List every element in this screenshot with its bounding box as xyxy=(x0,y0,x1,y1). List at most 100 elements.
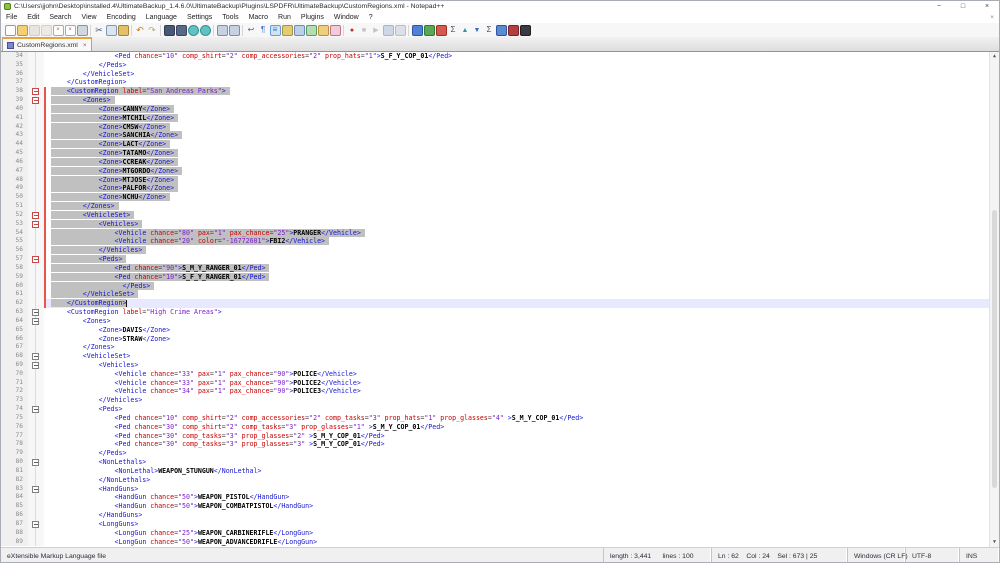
code-line-text[interactable]: <Zone>MTJOSE</Zone> xyxy=(46,176,999,185)
code-line[interactable]: 77 <Ped chance="30" comp_tasks="3" prop_… xyxy=(1,432,999,441)
code-line-text[interactable]: <Zone>STRAW</Zone> xyxy=(46,335,999,344)
fold-margin[interactable] xyxy=(28,308,44,317)
line-number[interactable]: 73 xyxy=(1,396,28,405)
vertical-scrollbar[interactable]: ▲ ▼ xyxy=(989,52,999,547)
code-line[interactable]: 78 <Ped chance="30" comp_tasks="3" prop_… xyxy=(1,440,999,449)
fold-margin[interactable] xyxy=(28,502,44,511)
code-line-text[interactable]: </NonLethals> xyxy=(46,476,999,485)
line-number[interactable]: 69 xyxy=(1,361,28,370)
code-line-text[interactable]: </HandGuns> xyxy=(46,511,999,520)
code-line[interactable]: 74 <Peds> xyxy=(1,405,999,414)
line-number[interactable]: 65 xyxy=(1,326,28,335)
line-number[interactable]: 42 xyxy=(1,123,28,132)
fold-collapse-icon[interactable] xyxy=(32,97,39,104)
save-all-icon[interactable] xyxy=(41,25,52,36)
menu-item-macro[interactable]: Macro xyxy=(244,12,273,23)
line-number[interactable]: 75 xyxy=(1,414,28,423)
code-line[interactable]: 37 </CustomRegion> xyxy=(1,78,999,87)
line-number[interactable]: 82 xyxy=(1,476,28,485)
menu-item-window[interactable]: Window xyxy=(329,12,364,23)
code-line-text[interactable]: <Vehicle chance="20" color="-16772601">F… xyxy=(46,237,999,246)
code-line[interactable]: 48 <Zone>MTJOSE</Zone> xyxy=(1,176,999,185)
code-line[interactable]: 41 <Zone>MTCHIL</Zone> xyxy=(1,114,999,123)
line-number[interactable]: 50 xyxy=(1,193,28,202)
code-line-text[interactable]: </VehicleSet> xyxy=(46,70,999,79)
menu-item-file[interactable]: File xyxy=(1,12,22,23)
scroll-up-icon[interactable]: ▲ xyxy=(990,52,999,61)
tab-customregions-xml[interactable]: CustomRegions.xml × xyxy=(2,37,92,51)
code-line-text[interactable]: <HandGun chance="50">WEAPON_PISTOL</Hand… xyxy=(46,493,999,502)
fold-margin[interactable] xyxy=(28,493,44,502)
code-line-text[interactable]: <HandGuns> xyxy=(46,485,999,494)
code-line[interactable]: 66 <Zone>STRAW</Zone> xyxy=(1,335,999,344)
code-line[interactable]: 70 <Vehicle chance="33" pax="1" pax_chan… xyxy=(1,370,999,379)
monitoring-eye-icon[interactable] xyxy=(330,25,341,36)
code-line-text[interactable]: <Zone>TATAMO</Zone> xyxy=(46,149,999,158)
menu-item-encoding[interactable]: Encoding xyxy=(102,12,141,23)
code-line[interactable]: 79 </Peds> xyxy=(1,449,999,458)
line-number[interactable]: 72 xyxy=(1,387,28,396)
zoom-in-icon[interactable] xyxy=(188,25,199,36)
line-number[interactable]: 56 xyxy=(1,246,28,255)
code-line-text[interactable]: <Zone>CMSW</Zone> xyxy=(46,123,999,132)
open-file-icon[interactable] xyxy=(17,25,28,36)
code-line[interactable]: 75 <Ped chance="10" comp_shirt="2" comp_… xyxy=(1,414,999,423)
fold-collapse-icon[interactable] xyxy=(32,256,39,263)
code-line-text[interactable]: <Zone>MTCHIL</Zone> xyxy=(46,114,999,123)
line-number[interactable]: 67 xyxy=(1,343,28,352)
fold-collapse-icon[interactable] xyxy=(32,221,39,228)
sync-vertical-icon[interactable] xyxy=(217,25,228,36)
code-line-text[interactable]: <VehicleSet> xyxy=(46,211,999,220)
line-number[interactable]: 63 xyxy=(1,308,28,317)
line-number[interactable]: 59 xyxy=(1,273,28,282)
line-number[interactable]: 62 xyxy=(1,299,28,308)
fold-margin[interactable] xyxy=(28,176,44,185)
fold-margin[interactable] xyxy=(28,220,44,229)
code-line-text[interactable]: <Vehicles> xyxy=(46,361,999,370)
copy-icon[interactable] xyxy=(106,25,117,36)
code-line-text[interactable]: <Zones> xyxy=(46,317,999,326)
code-line-text[interactable]: <CustomRegion label="San Andreas Parks"> xyxy=(46,87,999,96)
fold-margin[interactable] xyxy=(28,476,44,485)
macro-record-icon[interactable]: ● xyxy=(347,25,358,36)
code-line[interactable]: 81 <NonLethal>WEAPON_STUNGUN</NonLethal> xyxy=(1,467,999,476)
code-line[interactable]: 50 <Zone>NCHU</Zone> xyxy=(1,193,999,202)
code-line-text[interactable]: <Vehicle chance="33" pax="1" pax_chance=… xyxy=(46,370,999,379)
fold-margin[interactable] xyxy=(28,520,44,529)
code-line-text[interactable]: <NonLethals> xyxy=(46,458,999,467)
fold-collapse-icon[interactable] xyxy=(32,459,39,466)
code-line-text[interactable]: </CustomRegion> xyxy=(46,299,999,308)
editor[interactable]: 34 <Ped chance="10" comp_shirt="2" comp_… xyxy=(1,52,999,547)
fold-margin[interactable] xyxy=(28,255,44,264)
code-line[interactable]: 43 <Zone>SANCHIA</Zone> xyxy=(1,131,999,140)
code-line-text[interactable]: <Zone>CANNY</Zone> xyxy=(46,105,999,114)
menu-item-language[interactable]: Language xyxy=(141,12,182,23)
fold-margin[interactable] xyxy=(28,529,44,538)
code-line[interactable]: 49 <Zone>PALFOR</Zone> xyxy=(1,184,999,193)
code-line[interactable]: 52 <VehicleSet> xyxy=(1,211,999,220)
fold-margin[interactable] xyxy=(28,335,44,344)
code-line[interactable]: 73 </Vehicles> xyxy=(1,396,999,405)
scroll-down-icon[interactable]: ▼ xyxy=(990,538,999,547)
code-line-text[interactable]: <Peds> xyxy=(46,405,999,414)
code-line-text[interactable]: </Vehicles> xyxy=(46,396,999,405)
fold-margin[interactable] xyxy=(28,202,44,211)
code-line[interactable]: 42 <Zone>CMSW</Zone> xyxy=(1,123,999,132)
code-line-text[interactable]: <Vehicle chance="33" pax="1" pax_chance=… xyxy=(46,379,999,388)
line-number[interactable]: 74 xyxy=(1,405,28,414)
fold-collapse-icon[interactable] xyxy=(32,212,39,219)
code-line[interactable]: 62 </CustomRegion> xyxy=(1,299,999,308)
line-number[interactable]: 37 xyxy=(1,78,28,87)
code-line-text[interactable]: <LongGun chance="50">WEAPON_ADVANCEDRIFL… xyxy=(46,538,999,547)
code-line[interactable]: 85 <HandGun chance="50">WEAPON_COMBATPIS… xyxy=(1,502,999,511)
code-line[interactable]: 51 </Zones> xyxy=(1,202,999,211)
fold-margin[interactable] xyxy=(28,229,44,238)
fold-margin[interactable] xyxy=(28,317,44,326)
line-number[interactable]: 68 xyxy=(1,352,28,361)
menubar-close-icon[interactable]: × xyxy=(990,14,999,21)
line-number[interactable]: 61 xyxy=(1,290,28,299)
code-line[interactable]: 87 <LongGuns> xyxy=(1,520,999,529)
line-number[interactable]: 53 xyxy=(1,220,28,229)
code-line[interactable]: 55 <Vehicle chance="20" color="-16772601… xyxy=(1,237,999,246)
line-number[interactable]: 60 xyxy=(1,282,28,291)
